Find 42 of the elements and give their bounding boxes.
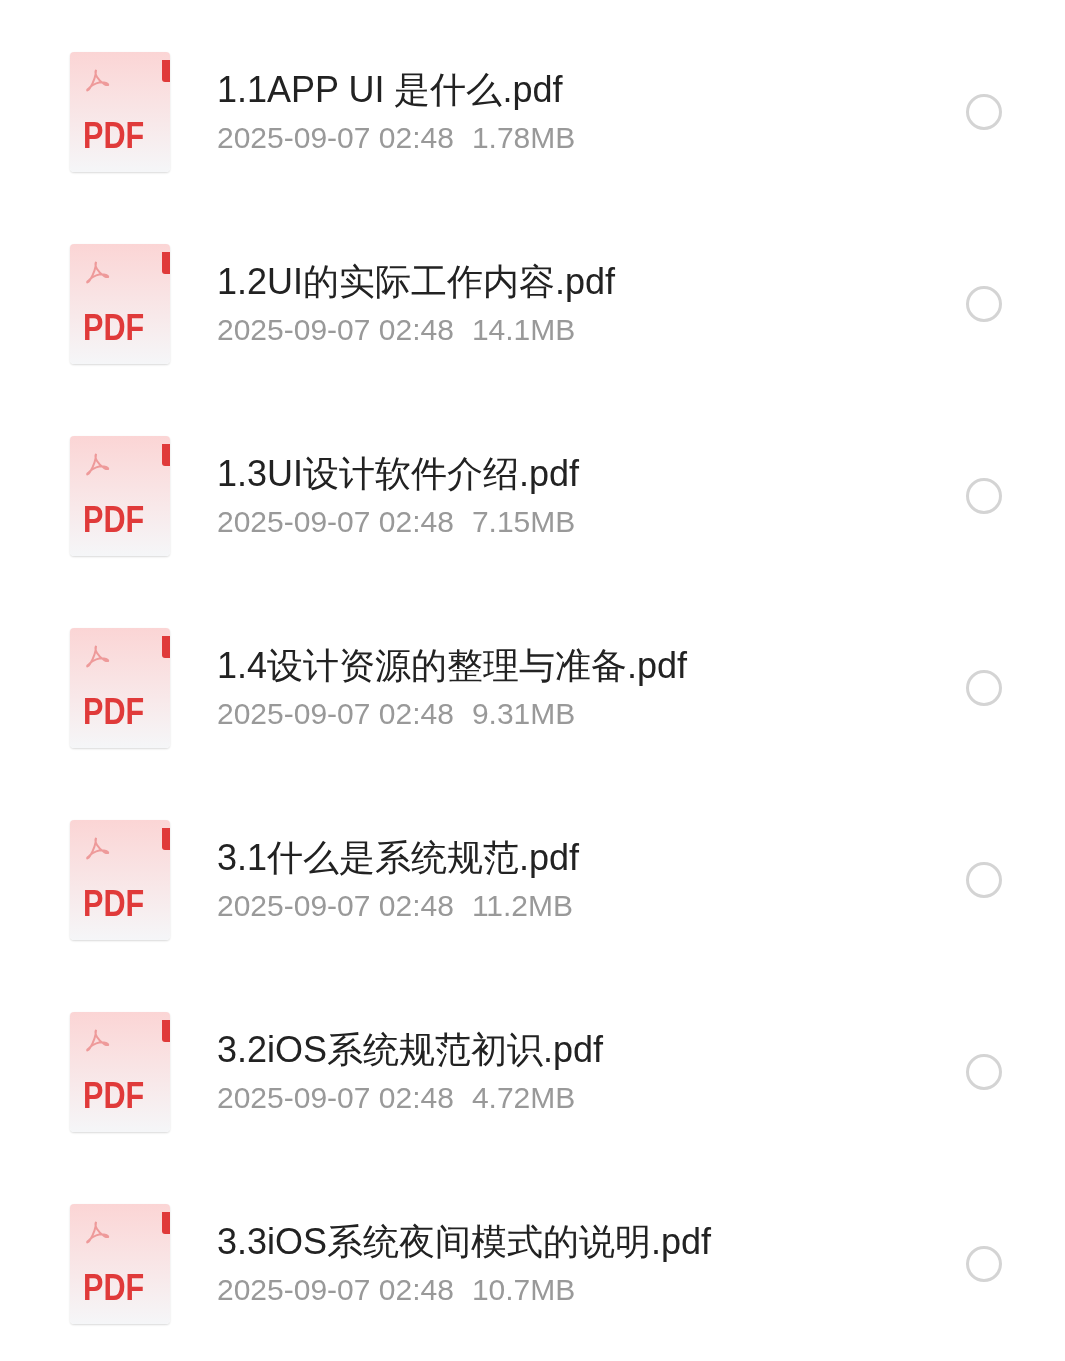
radio-button[interactable] [966,94,1002,130]
file-name: 3.3iOS系统夜间模式的说明.pdf [217,1220,713,1264]
file-date: 2025-09-07 02:48 [217,312,454,348]
acrobat-icon [84,1028,112,1052]
pdf-label: PDF [83,1270,145,1306]
file-size: 1.78MB [471,120,576,156]
file-size: 7.15MB [471,504,576,540]
file-name: 1.2UI的实际工作内容.pdf [217,260,617,304]
pdf-label: PDF [83,118,145,154]
file-date: 2025-09-07 02:48 [217,1080,454,1116]
file-size: 10.7MB [471,1272,576,1308]
file-date: 2025-09-07 02:48 [217,120,454,156]
acrobat-icon [84,644,112,668]
file-name: 1.4设计资源的整理与准备.pdf [217,644,689,688]
file-size: 14.1MB [471,312,576,348]
acrobat-icon [84,68,112,92]
file-name: 3.2iOS系统规范初识.pdf [217,1028,605,1072]
file-size: 4.72MB [471,1080,576,1116]
radio-button[interactable] [966,862,1002,898]
radio-button[interactable] [966,1246,1002,1282]
file-name: 3.1什么是系统规范.pdf [217,836,581,880]
file-date: 2025-09-07 02:48 [217,504,454,540]
file-date: 2025-09-07 02:48 [217,696,454,732]
acrobat-icon [84,452,112,476]
file-date: 2025-09-07 02:48 [217,1272,454,1308]
radio-button[interactable] [966,1054,1002,1090]
file-size: 11.2MB [471,888,574,924]
acrobat-icon [84,1220,112,1244]
pdf-label: PDF [83,1078,145,1114]
acrobat-icon [84,260,112,284]
radio-button[interactable] [966,478,1002,514]
file-name: 1.3UI设计软件介绍.pdf [217,452,581,496]
radio-button[interactable] [966,286,1002,322]
pdf-label: PDF [83,694,145,730]
pdf-label: PDF [83,310,145,346]
file-date: 2025-09-07 02:48 [217,888,454,924]
pdf-label: PDF [83,502,145,538]
radio-button[interactable] [966,670,1002,706]
pdf-label: PDF [83,886,145,922]
file-size: 9.31MB [471,696,576,732]
file-name: 1.1APP UI 是什么.pdf [217,68,564,112]
acrobat-icon [84,836,112,860]
